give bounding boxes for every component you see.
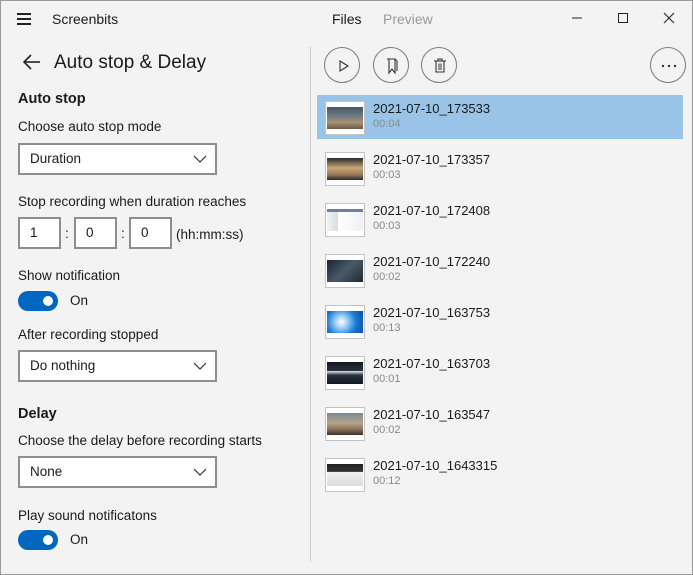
tab-files[interactable]: Files [332, 11, 362, 27]
video-thumbnail [325, 305, 365, 339]
more-icon [661, 64, 677, 68]
list-item[interactable]: 2021-07-10_1643315 00:12 [317, 452, 683, 496]
toggle-knob [43, 535, 53, 545]
play-button[interactable] [324, 47, 360, 83]
auto-stop-heading: Auto stop [18, 91, 86, 107]
time-separator: : [121, 226, 125, 241]
file-name: 2021-07-10_1643315 [373, 458, 498, 473]
chevron-down-icon [193, 362, 207, 370]
page-title: Auto stop & Delay [54, 52, 207, 73]
more-options-button[interactable] [650, 47, 686, 83]
file-name: 2021-07-10_172240 [373, 254, 491, 269]
auto-stop-mode-value: Duration [30, 151, 82, 166]
file-duration: 00:01 [373, 373, 401, 385]
seconds-input[interactable]: 0 [129, 217, 172, 249]
toggle-knob [43, 296, 53, 306]
chevron-down-icon [193, 155, 207, 163]
panel-divider [310, 47, 311, 562]
file-duration: 00:03 [373, 169, 401, 181]
file-duration: 00:03 [373, 220, 401, 232]
list-item[interactable]: 2021-07-10_173357 00:03 [317, 146, 683, 190]
time-format-hint: (hh:mm:ss) [176, 227, 244, 242]
close-button[interactable] [646, 1, 692, 35]
file-name: 2021-07-10_163547 [373, 407, 491, 422]
minutes-input[interactable]: 0 [74, 217, 117, 249]
list-item[interactable]: 2021-07-10_163703 00:01 [317, 350, 683, 394]
maximize-button[interactable] [600, 1, 646, 35]
tab-preview[interactable]: Preview [383, 11, 433, 27]
close-icon [663, 12, 675, 24]
delete-button[interactable] [421, 47, 457, 83]
list-item[interactable]: 2021-07-10_163547 00:02 [317, 401, 683, 445]
video-thumbnail [325, 458, 365, 492]
sound-notification-toggle[interactable] [18, 530, 58, 550]
back-arrow-icon[interactable] [21, 52, 43, 72]
title-bar: Screenbits Files Preview [1, 1, 692, 37]
minimize-icon [572, 17, 582, 19]
file-duration: 00:04 [373, 118, 401, 130]
list-item[interactable]: 2021-07-10_173533 00:04 [317, 95, 683, 139]
minimize-button[interactable] [554, 1, 600, 35]
play-icon [339, 60, 350, 72]
video-thumbnail [325, 407, 365, 441]
auto-stop-mode-dropdown[interactable]: Duration [18, 143, 217, 175]
file-duration: 00:12 [373, 475, 401, 487]
video-thumbnail [325, 101, 365, 135]
file-name: 2021-07-10_173357 [373, 152, 491, 167]
hours-input[interactable]: 1 [18, 217, 61, 249]
file-name: 2021-07-10_172408 [373, 203, 491, 218]
bookmark-button[interactable] [373, 47, 409, 83]
app-window: Screenbits Files Preview Auto stop & Del… [0, 0, 693, 575]
auto-stop-mode-label: Choose auto stop mode [18, 119, 162, 134]
hours-value: 1 [30, 225, 38, 240]
file-duration: 00:02 [373, 424, 401, 436]
delay-dropdown[interactable]: None [18, 456, 217, 488]
show-notification-label: Show notification [18, 268, 121, 283]
after-recording-dropdown[interactable]: Do nothing [18, 350, 217, 382]
maximize-icon [618, 13, 628, 23]
file-duration: 00:13 [373, 322, 401, 334]
minutes-value: 0 [86, 225, 94, 240]
video-thumbnail [325, 356, 365, 390]
after-recording-value: Do nothing [30, 358, 96, 373]
delay-label: Choose the delay before recording starts [18, 433, 262, 448]
chevron-down-icon [193, 468, 207, 476]
list-item[interactable]: 2021-07-10_172240 00:02 [317, 248, 683, 292]
file-name: 2021-07-10_173533 [373, 101, 491, 116]
time-separator: : [65, 226, 69, 241]
video-thumbnail [325, 254, 365, 288]
after-recording-label: After recording stopped [18, 327, 159, 342]
delay-heading: Delay [18, 406, 57, 422]
hamburger-menu-icon[interactable] [13, 11, 37, 27]
app-title: Screenbits [52, 11, 119, 27]
file-duration: 00:02 [373, 271, 401, 283]
bookmark-icon [387, 58, 398, 75]
list-item[interactable]: 2021-07-10_163753 00:13 [317, 299, 683, 343]
list-item[interactable]: 2021-07-10_172408 00:03 [317, 197, 683, 241]
delete-icon [434, 58, 446, 73]
file-name: 2021-07-10_163703 [373, 356, 491, 371]
show-notification-toggle[interactable] [18, 291, 58, 311]
seconds-value: 0 [141, 225, 149, 240]
video-thumbnail [325, 152, 365, 186]
file-name: 2021-07-10_163753 [373, 305, 491, 320]
video-thumbnail [325, 203, 365, 237]
sound-notification-state: On [70, 532, 89, 547]
duration-label: Stop recording when duration reaches [18, 194, 247, 209]
sound-notification-label: Play sound notificatons [18, 508, 157, 523]
delay-value: None [30, 464, 63, 479]
show-notification-state: On [70, 293, 89, 308]
